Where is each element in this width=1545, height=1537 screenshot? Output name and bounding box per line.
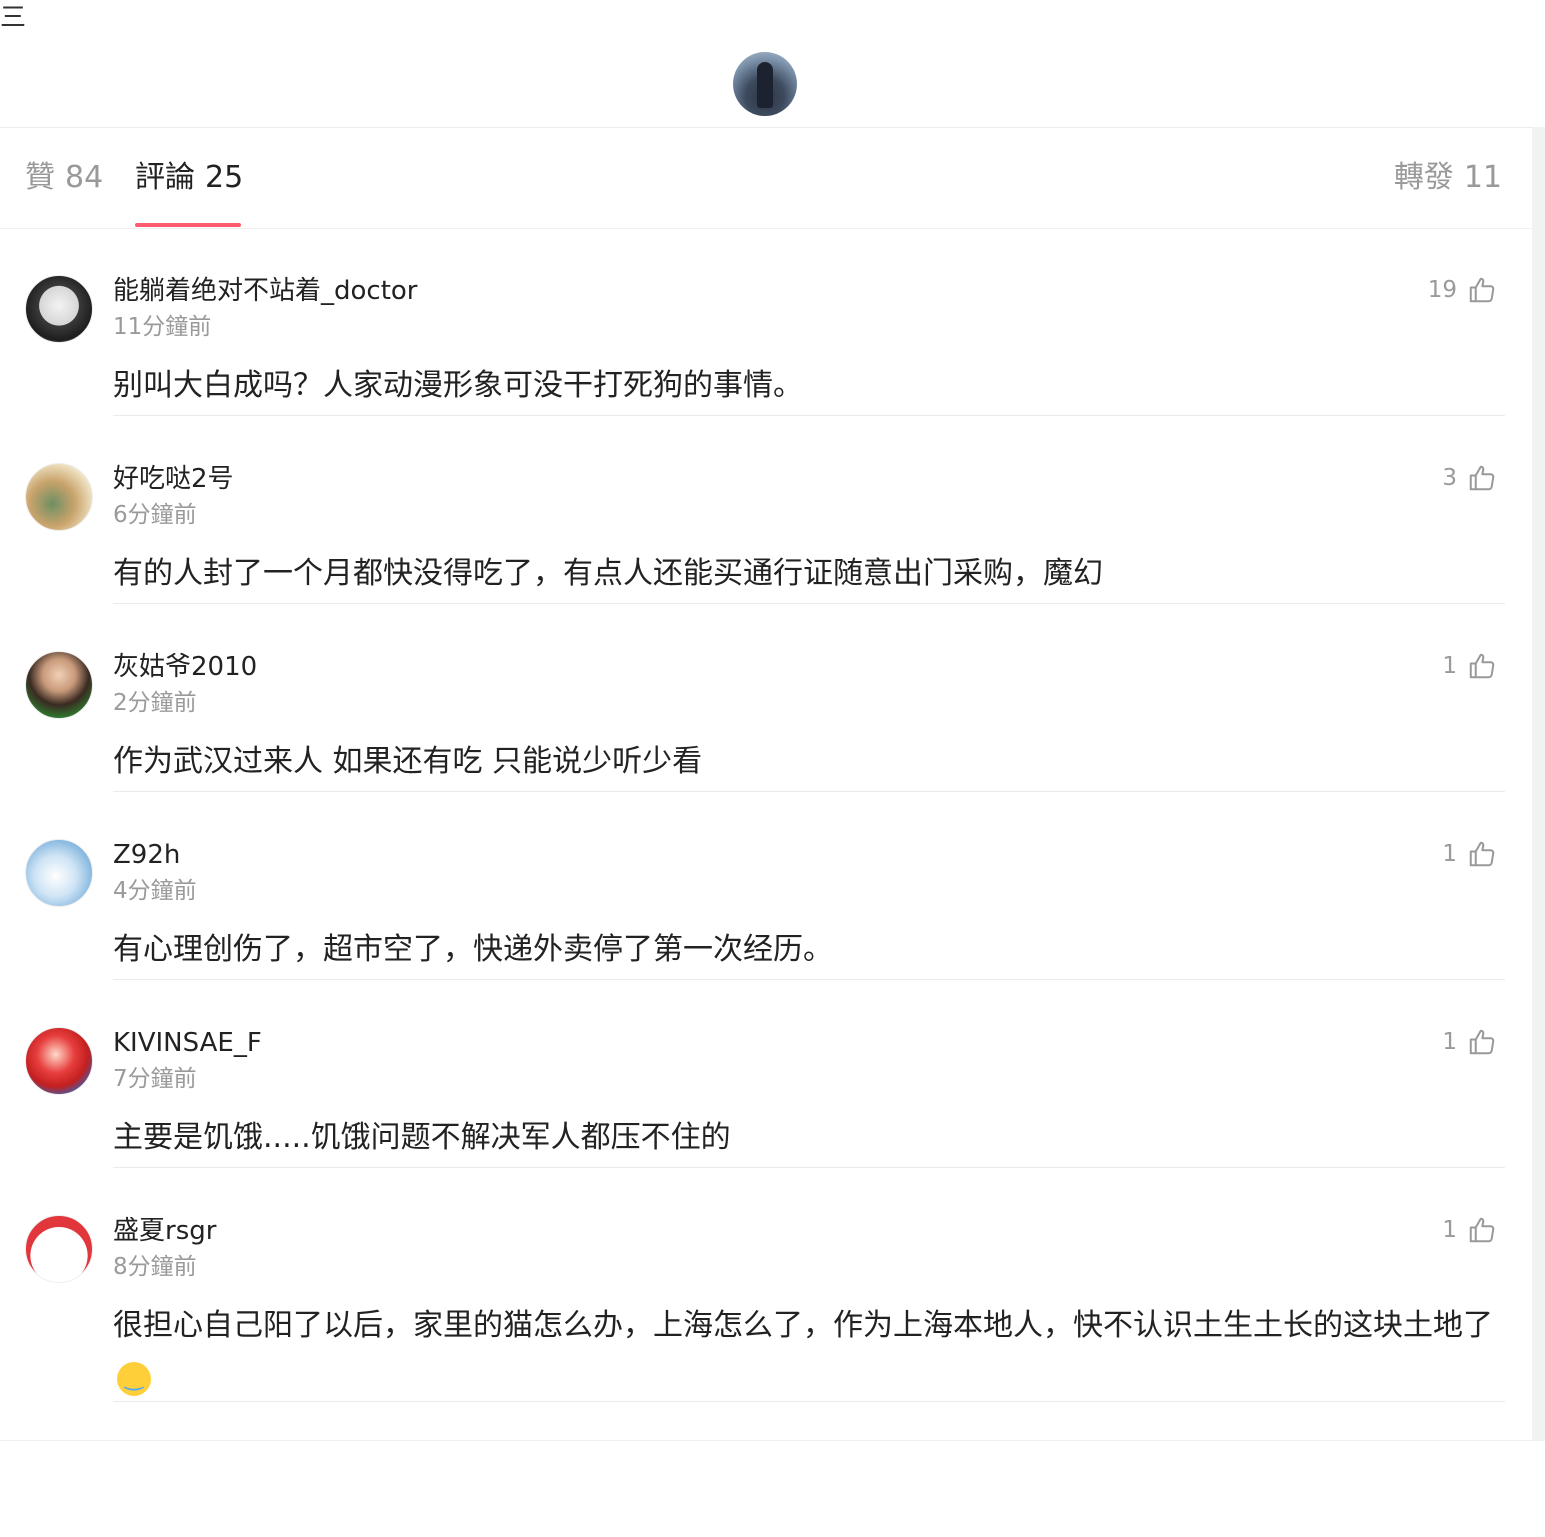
tab-comments[interactable]: 評論 25 — [135, 158, 243, 198]
tab-reposts-label: 轉發 — [1393, 160, 1454, 195]
like-count: 1 — [1442, 1217, 1457, 1243]
comment-text: 主要是饥饿.....饥饿问题不解决军人都压不住的 — [113, 1120, 731, 1155]
comment-time: 4分鐘前 — [113, 878, 197, 904]
thumbs-up-icon — [1469, 277, 1495, 303]
comment-username[interactable]: Z92h — [113, 837, 180, 873]
tab-likes[interactable]: 贊 84 — [25, 158, 103, 198]
user-avatar[interactable] — [25, 1215, 93, 1283]
comment-text: 有的人封了一个月都快没得吃了，有点人还能买通行证随意出门采购，魔幻 — [113, 556, 1103, 591]
comment-time: 7分鐘前 — [113, 1066, 197, 1092]
user-avatar[interactable] — [25, 1027, 93, 1095]
like-count: 1 — [1442, 1029, 1457, 1055]
menu-icon[interactable]: 三 — [0, 4, 26, 32]
divider — [113, 1401, 1505, 1402]
tab-reposts[interactable]: 轉發 11 — [1394, 158, 1502, 198]
comment-time: 2分鐘前 — [113, 690, 197, 716]
user-avatar[interactable] — [25, 651, 93, 719]
footer-area — [0, 1440, 1545, 1537]
top-header: 三 — [0, 0, 1545, 128]
comment-username[interactable]: 盛夏rsgr — [113, 1213, 216, 1249]
like-button[interactable]: 1 — [1442, 1025, 1497, 1059]
comment-text: 有心理创伤了，超市空了，快递外卖停了第一次经历。 — [113, 932, 833, 967]
tab-comments-label: 評論 — [135, 160, 195, 195]
like-count: 19 — [1427, 277, 1457, 303]
comment-text: 很担心自己阳了以后，家里的猫怎么办，上海怎么了，作为上海本地人，快不认识土生土长… — [113, 1303, 1503, 1396]
comment-item: Z92h 4分鐘前 1 有心理创伤了，超市空了，快递外卖停了第一次经历。 — [0, 792, 1532, 980]
comment-text: 作为武汉过来人 如果还有吃 只能说少听少看 — [113, 744, 703, 779]
comment-item: 灰姑爷2010 2分鐘前 1 作为武汉过来人 如果还有吃 只能说少听少看 — [0, 604, 1532, 792]
tab-likes-label: 贊 — [25, 160, 55, 195]
like-count: 3 — [1442, 465, 1457, 491]
like-button[interactable]: 1 — [1442, 649, 1497, 683]
active-tab-indicator — [135, 223, 241, 227]
comment-text: 别叫大白成吗？人家动漫形象可没干打死狗的事情。 — [113, 368, 803, 403]
comment-username[interactable]: 灰姑爷2010 — [113, 649, 257, 685]
comment-username[interactable]: 好吃哒2号 — [113, 461, 234, 497]
like-button[interactable]: 3 — [1442, 461, 1497, 495]
comment-item: 能躺着绝对不站着_doctor 11分鐘前 19 别叫大白成吗？人家动漫形象可没… — [0, 228, 1532, 416]
tab-likes-count: 84 — [65, 160, 104, 195]
tab-bar: 贊 84 評論 25 轉發 11 — [0, 128, 1532, 229]
like-count: 1 — [1442, 653, 1457, 679]
tab-comments-count: 25 — [205, 160, 244, 195]
like-button[interactable]: 1 — [1442, 1213, 1497, 1247]
scrollbar-track[interactable] — [1532, 127, 1545, 1440]
thumbs-up-icon — [1469, 465, 1495, 491]
like-button[interactable]: 1 — [1442, 837, 1497, 871]
comment-username[interactable]: 能躺着绝对不站着_doctor — [113, 273, 418, 309]
comment-item: 盛夏rsgr 8分鐘前 1 很担心自己阳了以后，家里的猫怎么办，上海怎么了，作为… — [0, 1168, 1532, 1402]
comment-item: KIVINSAE_F 7分鐘前 1 主要是饥饿.....饥饿问题不解决军人都压不… — [0, 980, 1532, 1168]
crying-face-emoji-icon: ‿ — [117, 1362, 151, 1396]
user-avatar[interactable] — [25, 839, 93, 907]
tab-reposts-count: 11 — [1463, 160, 1502, 195]
thumbs-up-icon — [1469, 841, 1495, 867]
comment-time: 8分鐘前 — [113, 1254, 197, 1280]
comment-text-content: 很担心自己阳了以后，家里的猫怎么办，上海怎么了，作为上海本地人，快不认识土生土长… — [113, 1308, 1493, 1343]
comment-username[interactable]: KIVINSAE_F — [113, 1025, 262, 1061]
like-count: 1 — [1442, 841, 1457, 867]
thumbs-up-icon — [1469, 653, 1495, 679]
thumbs-up-icon — [1469, 1029, 1495, 1055]
thumbs-up-icon — [1469, 1217, 1495, 1243]
comment-list: 能躺着绝对不站着_doctor 11分鐘前 19 别叫大白成吗？人家动漫形象可没… — [0, 228, 1532, 1402]
user-avatar[interactable] — [25, 275, 93, 343]
like-button[interactable]: 19 — [1428, 273, 1497, 307]
comment-time: 11分鐘前 — [113, 314, 212, 340]
comment-item: 好吃哒2号 6分鐘前 3 有的人封了一个月都快没得吃了，有点人还能买通行证随意出… — [0, 416, 1532, 604]
profile-avatar[interactable] — [733, 52, 797, 116]
comment-time: 6分鐘前 — [113, 502, 197, 528]
user-avatar[interactable] — [25, 463, 93, 531]
